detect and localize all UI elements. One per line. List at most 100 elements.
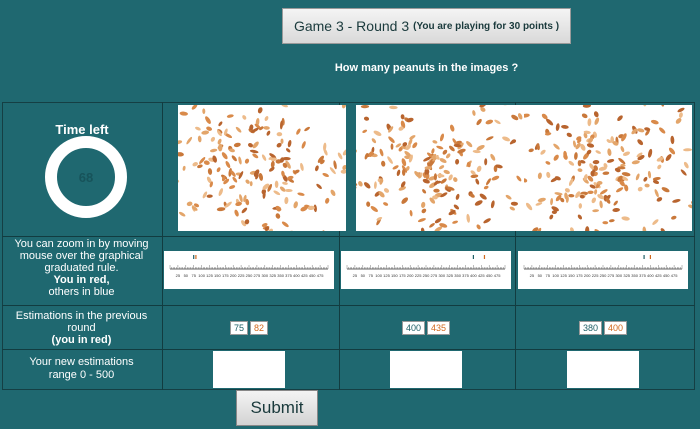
peanut [322, 172, 329, 178]
peanut [592, 209, 599, 213]
peanut [390, 143, 394, 150]
peanut [217, 138, 222, 145]
peanut [554, 192, 563, 196]
peanut [677, 107, 685, 113]
graduated-rule-1[interactable]: 25 50 75 100 125 150 175 200 225 250 275 300 325 350 3… [164, 251, 334, 289]
peanut [672, 199, 681, 203]
peanut [221, 152, 228, 160]
graduated-rule-2[interactable]: 25 50 75 100 125 150 175 200 225 250 275 300 325 350 3… [341, 251, 511, 289]
graduated-rule-3[interactable]: 25 50 75 100 125 150 175 200 225 250 275 300 325 350 3… [518, 251, 688, 289]
peanut [476, 165, 482, 172]
peanut [373, 181, 377, 189]
peanut [602, 171, 610, 175]
peanut [599, 189, 608, 195]
peanut [476, 224, 481, 230]
previous-values-1: 75 82 [164, 321, 334, 335]
peanut [176, 152, 184, 157]
peanut [443, 169, 450, 175]
peanut [585, 226, 590, 235]
peanut [678, 112, 683, 118]
peanut [252, 153, 259, 159]
peanut [608, 219, 615, 223]
peanut [249, 181, 253, 187]
peanut [287, 230, 294, 236]
peanut [235, 126, 242, 133]
peanut [257, 107, 263, 114]
rule-tick-label: 475 [494, 273, 501, 278]
peanut [293, 201, 298, 209]
peanut [178, 211, 186, 217]
rule-tick-label: 200 [407, 273, 414, 278]
peanut [483, 218, 491, 224]
rule-tick-label: 450 [309, 273, 316, 278]
peanut [491, 175, 500, 181]
rule-tick-label: 125 [560, 273, 567, 278]
peanut [570, 227, 574, 233]
peanut [647, 148, 653, 158]
rule-tick-label: 25 [176, 273, 181, 278]
estimation-input-2[interactable] [390, 351, 462, 388]
peanut [439, 158, 447, 164]
rule-tick-label: 250 [423, 273, 430, 278]
rule-tick-label: 150 [568, 273, 575, 278]
rule-tick-label: 50 [184, 273, 189, 278]
peanut [323, 142, 327, 151]
others-estimate: 75 [229, 321, 248, 335]
peanut [642, 226, 647, 235]
peanut [561, 124, 569, 129]
peanut [234, 209, 239, 217]
peanut [242, 115, 247, 120]
peanut [592, 159, 600, 165]
peanut [389, 105, 398, 110]
rule-tick-label: 450 [486, 273, 493, 278]
peanut [637, 128, 645, 133]
peanut [337, 152, 343, 160]
rule-tick-label: 200 [230, 273, 237, 278]
peanut [373, 130, 382, 136]
peanut [620, 146, 625, 153]
peanut [182, 165, 186, 171]
peanut [258, 172, 264, 181]
rule-tick-label: 100 [198, 273, 205, 278]
peanut [452, 220, 458, 224]
peanut [245, 179, 250, 184]
peanut [621, 216, 630, 221]
peanut [440, 178, 447, 184]
rule-tick-label: 375 [639, 273, 646, 278]
submit-button[interactable]: Submit [236, 390, 318, 426]
peanut [225, 160, 231, 169]
peanut-image-2 [320, 83, 563, 249]
peanut [342, 148, 350, 156]
peanut [325, 197, 330, 204]
peanut [438, 165, 445, 170]
peanut [494, 119, 501, 125]
new-estimation-label: Your new estimations range 0 - 500 [4, 356, 159, 382]
peanut [238, 156, 242, 165]
estimation-input-3[interactable] [567, 351, 639, 388]
rule-tick-label: 25 [530, 273, 535, 278]
peanut [422, 189, 427, 194]
peanut [549, 214, 554, 220]
peanut [594, 189, 598, 195]
peanut [216, 167, 221, 173]
peanut [333, 160, 337, 170]
peanut [191, 104, 198, 110]
peanut [535, 202, 543, 206]
peanut [659, 127, 666, 134]
peanut [401, 197, 409, 204]
peanut [179, 111, 188, 116]
peanut [279, 186, 286, 192]
your-estimate: 82 [250, 321, 269, 335]
estimation-input-1[interactable] [213, 351, 285, 388]
peanut [521, 178, 528, 183]
rule-tick-label: 350 [631, 273, 638, 278]
peanut [637, 139, 644, 146]
previous-you-red: (you in red) [51, 334, 112, 346]
peanut [466, 213, 470, 223]
peanut [436, 145, 444, 150]
peanut [241, 207, 248, 214]
grid-divider [162, 102, 163, 390]
peanut [521, 113, 530, 118]
peanut [528, 148, 534, 153]
others-marker [193, 255, 195, 259]
